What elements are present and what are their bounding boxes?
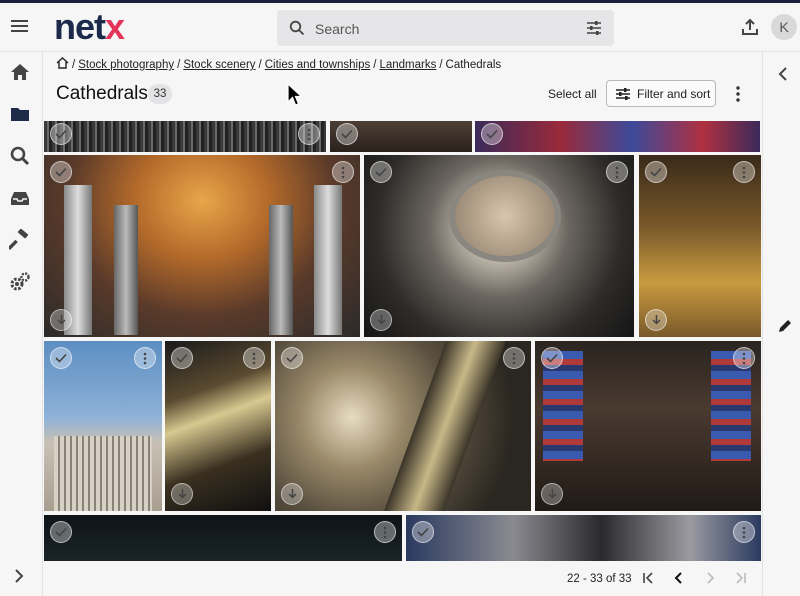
logo-text-main: net [54, 6, 106, 47]
asset-thumbnail[interactable] [275, 341, 531, 511]
select-checkbox[interactable] [541, 347, 563, 369]
asset-thumbnail[interactable] [44, 121, 326, 152]
upload-icon[interactable] [740, 17, 760, 37]
search-input[interactable] [313, 16, 567, 42]
download-button[interactable] [171, 483, 193, 505]
netx-logo[interactable]: netx [54, 6, 125, 47]
chevron-left-icon[interactable] [776, 66, 790, 82]
asset-thumbnail[interactable] [639, 155, 761, 337]
home-icon[interactable] [9, 61, 31, 83]
asset-menu-button[interactable] [374, 521, 396, 543]
select-checkbox[interactable] [370, 161, 392, 183]
asset-menu-button[interactable] [503, 347, 525, 369]
search-bar[interactable] [277, 10, 614, 46]
asset-thumbnail[interactable] [364, 155, 634, 337]
asset-thumbnail[interactable] [475, 121, 760, 152]
last-page-icon[interactable] [733, 571, 747, 585]
download-button[interactable] [50, 309, 72, 331]
asset-thumbnail[interactable] [330, 121, 472, 152]
first-page-icon[interactable] [642, 571, 656, 585]
expand-sidebar-icon[interactable] [12, 568, 26, 584]
breadcrumb-cities-and-townships[interactable]: Cities and townships [265, 59, 370, 71]
asset-menu-button[interactable] [298, 123, 320, 145]
more-options-icon[interactable] [731, 85, 745, 103]
logo-text-accent: x [105, 6, 125, 47]
home-icon[interactable] [56, 57, 69, 69]
select-checkbox[interactable] [412, 521, 434, 543]
breadcrumb-stock-photography[interactable]: Stock photography [78, 59, 174, 71]
user-avatar[interactable]: K [771, 14, 797, 40]
left-navigation [0, 52, 43, 596]
right-panel [762, 52, 800, 596]
pagination-range: 22 - 33 of 33 [567, 573, 632, 585]
select-checkbox[interactable] [50, 161, 72, 183]
asset-menu-button[interactable] [332, 161, 354, 183]
hamburger-menu-icon[interactable] [10, 16, 30, 36]
select-checkbox[interactable] [481, 123, 503, 145]
select-checkbox[interactable] [336, 123, 358, 145]
next-page-icon[interactable] [703, 571, 717, 585]
hammer-icon[interactable] [9, 229, 31, 251]
filter-and-sort-label: Filter and sort [637, 87, 711, 101]
breadcrumb-stock-scenery[interactable]: Stock scenery [183, 59, 255, 71]
search-icon[interactable] [9, 145, 31, 167]
asset-thumbnail[interactable] [165, 341, 271, 511]
asset-thumbnail[interactable] [406, 515, 761, 561]
breadcrumb: / Stock photography / Stock scenery / Cities … [56, 57, 501, 71]
pencil-icon[interactable] [777, 318, 793, 334]
asset-menu-button[interactable] [733, 347, 755, 369]
select-all-button[interactable]: Select all [548, 87, 597, 101]
asset-menu-button[interactable] [606, 161, 628, 183]
asset-menu-button[interactable] [134, 347, 156, 369]
search-filter-icon[interactable] [586, 20, 602, 36]
asset-menu-button[interactable] [243, 347, 265, 369]
asset-menu-button[interactable] [733, 521, 755, 543]
download-button[interactable] [541, 483, 563, 505]
item-count-badge: 33 [148, 84, 172, 104]
asset-menu-button[interactable] [733, 161, 755, 183]
select-checkbox[interactable] [50, 521, 72, 543]
previous-page-icon[interactable] [672, 571, 686, 585]
gears-icon[interactable] [9, 271, 31, 293]
search-icon [289, 20, 305, 36]
asset-thumbnail[interactable] [44, 341, 162, 511]
breadcrumb-landmarks[interactable]: Landmarks [379, 59, 436, 71]
mouse-cursor-icon [287, 83, 303, 106]
page-title: Cathedrals [56, 83, 148, 104]
filter-and-sort-button[interactable]: Filter and sort [606, 80, 716, 107]
select-checkbox[interactable] [50, 123, 72, 145]
select-checkbox[interactable] [645, 161, 667, 183]
select-checkbox[interactable] [171, 347, 193, 369]
folder-icon[interactable] [9, 103, 31, 125]
select-checkbox[interactable] [281, 347, 303, 369]
asset-thumbnail[interactable] [44, 155, 360, 337]
download-button[interactable] [370, 309, 392, 331]
download-button[interactable] [281, 483, 303, 505]
asset-thumbnail[interactable] [535, 341, 761, 511]
pagination: 22 - 33 of 33 [43, 561, 761, 596]
sliders-icon [616, 88, 630, 100]
asset-thumbnail[interactable] [44, 515, 402, 561]
inbox-icon[interactable] [9, 187, 31, 209]
download-button[interactable] [645, 309, 667, 331]
breadcrumb-current: Cathedrals [445, 59, 502, 71]
asset-grid [43, 121, 761, 561]
select-checkbox[interactable] [50, 347, 72, 369]
top-bar: netx K [0, 3, 800, 52]
